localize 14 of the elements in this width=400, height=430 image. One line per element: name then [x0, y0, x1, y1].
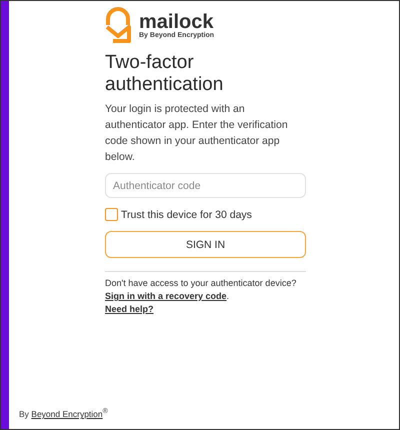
company-link[interactable]: Beyond Encryption — [31, 409, 103, 419]
recovery-text: Sign in with a recovery code. — [105, 290, 230, 303]
logo-name: mailock — [139, 12, 214, 32]
help-text: Don't have access to your authenticator device? — [105, 277, 298, 290]
envelope-lock-icon — [105, 7, 131, 43]
trust-label: Trust this device for 30 days — [121, 208, 252, 220]
trust-checkbox[interactable] — [105, 208, 118, 221]
page-title: Two-factor authentication — [105, 52, 224, 96]
sign-in-button[interactable]: SIGN IN — [105, 231, 306, 258]
code-field[interactable]: Authenticator code — [105, 173, 306, 198]
recovery-link[interactable]: Sign in with a recovery code — [105, 291, 227, 301]
help-link[interactable]: Need help? — [105, 304, 154, 314]
intro-text: Your login is protected with an authenticator app. Enter the verification code shown in your authenticator app below. — [105, 102, 289, 165]
footer-text: By Beyond Encryption$^{®}$ — [19, 407, 108, 419]
